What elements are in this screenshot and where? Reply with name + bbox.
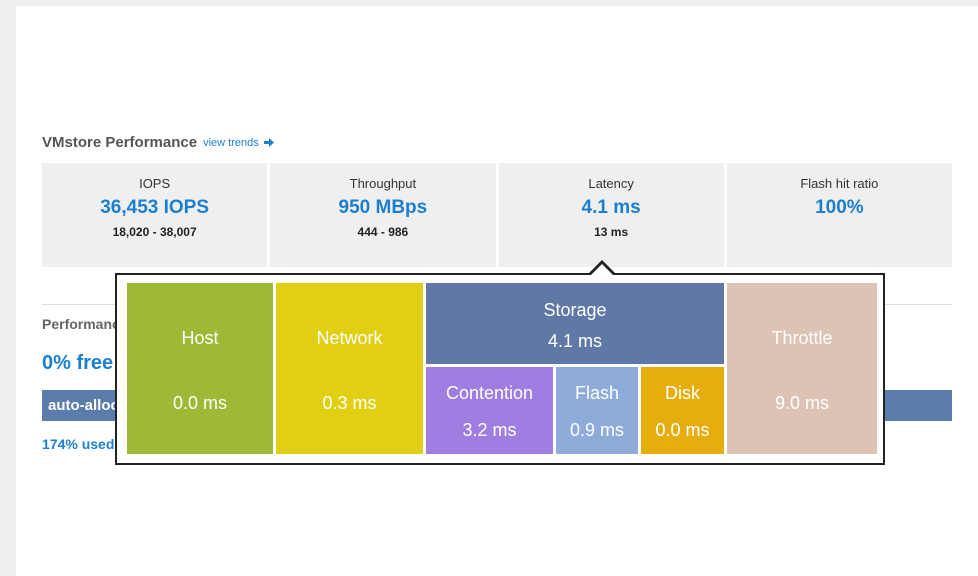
latency-storage-cell: Storage 4.1 ms [426,283,724,364]
host-value: 0.0 ms [172,393,228,413]
latency-host-cell: Host 0.0 ms [127,283,273,454]
arrow-right-icon [263,138,274,147]
used-space-text: 174% used [42,436,115,452]
vmstore-performance-title: VMstore Performance [42,134,198,151]
metric-value: 100% [815,197,864,218]
metric-range: 18,020 - 38,007 [112,225,197,239]
metric-label: Latency [588,176,634,191]
latency-contention-cell: Contention 3.2 ms [426,367,553,454]
metric-range: 444 - 986 [357,225,409,239]
metric-range: 13 ms [594,225,629,239]
contention-value: 3.2 ms [462,420,517,440]
metric-latency[interactable]: Latency 4.1 ms 13 ms [498,163,724,267]
metric-label: Flash hit ratio [800,176,879,191]
view-trends-label: view trends [203,136,259,149]
disk-value: 0.0 ms [655,420,710,440]
latency-throttle-cell: Throttle 9.0 ms [727,283,877,454]
latency-network-cell: Network 0.3 ms [276,283,423,454]
free-space-text: 0% free [42,352,114,374]
storage-label: Storage [543,300,607,320]
latency-disk-cell: Disk 0.0 ms [641,367,724,454]
allocation-bar-label: auto-allocated [48,397,116,414]
metric-throughput: Throughput 950 MBps 444 - 986 [270,163,496,267]
metric-value: 4.1 ms [581,197,641,218]
flash-value: 0.9 ms [569,420,625,440]
contention-label: Contention [445,383,534,403]
metric-label: Throughput [349,176,417,191]
metric-value: 950 MBps [338,197,428,218]
view-trends-link[interactable]: view trends [203,137,274,149]
metric-label: IOPS [139,176,171,191]
metrics-panel: IOPS 36,453 IOPS 18,020 - 38,007 Through… [42,163,952,267]
metric-value: 36,453 IOPS [100,197,210,218]
metric-flash-hit-ratio: Flash hit ratio 100% [726,163,952,267]
storage-value: 4.1 ms [547,331,603,351]
latency-flash-cell: Flash 0.9 ms [556,367,638,454]
network-label: Network [316,328,383,348]
flash-label: Flash [574,383,619,403]
performance-section-label: Performance [42,316,116,332]
throttle-label: Throttle [771,328,833,348]
disk-label: Disk [665,383,700,403]
popup-pointer-fill [591,264,613,275]
throttle-value: 9.0 ms [774,393,830,413]
host-label: Host [181,328,219,348]
metric-iops: IOPS 36,453 IOPS 18,020 - 38,007 [42,163,268,267]
network-value: 0.3 ms [322,393,377,413]
section-title: VMstore Performance view trends [42,134,274,151]
